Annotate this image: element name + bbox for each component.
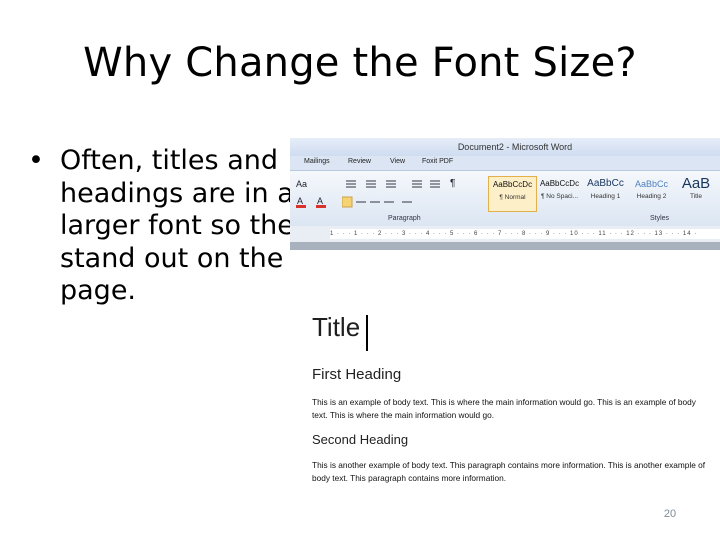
style-heading-2[interactable]: AaBbCc Heading 2	[628, 176, 675, 210]
style-name: ¶ Normal	[499, 194, 526, 201]
document-area-edge	[290, 242, 720, 250]
style-title[interactable]: AaB Title	[674, 176, 718, 210]
window-title: Document2 - Microsoft Word	[457, 142, 573, 152]
tab-foxit-pdf[interactable]: Foxit PDF	[422, 158, 453, 165]
show-formatting-button[interactable]: ¶	[450, 179, 455, 189]
page-number: 20	[663, 508, 677, 520]
style-sample: AaBbCc	[587, 178, 624, 189]
tab-view[interactable]: View	[390, 158, 405, 165]
bullet-icon: •	[28, 145, 44, 176]
ruler-marks: 1 · · · 1 · · · 2 · · · 3 · · · 4 · · · …	[330, 229, 720, 239]
document-heading-2: Second Heading	[312, 432, 409, 447]
ruler[interactable]: 1 · · · 1 · · · 2 · · · 3 · · · 4 · · · …	[290, 226, 720, 243]
text-cursor	[366, 315, 368, 351]
style-normal[interactable]: AaBbCcDc ¶ Normal	[488, 176, 537, 212]
svg-text:A: A	[297, 196, 303, 206]
styles-group-label: Styles	[650, 215, 670, 222]
style-sample: AaBbCcDc	[539, 179, 580, 188]
document-body-2: This is another example of body text. Th…	[312, 460, 706, 483]
style-name: Heading 2	[636, 193, 667, 200]
window-titlebar: Document2 - Microsoft Word	[290, 138, 720, 156]
document-heading-1: First Heading	[312, 366, 402, 383]
document-body-1: This is an example of body text. This is…	[312, 397, 696, 420]
style-name: Heading 1	[590, 193, 621, 200]
style-name: Title	[689, 193, 703, 200]
document-title: Title	[312, 312, 361, 342]
change-case-button[interactable]: Aa	[296, 179, 307, 189]
paragraph-group-label: Paragraph	[388, 215, 421, 222]
bullet-line: page.	[60, 275, 137, 306]
style-sample: AaBbCc	[634, 179, 669, 189]
tab-mailings[interactable]: Mailings	[304, 158, 330, 165]
word-screenshot: Document2 - Microsoft Word Mailings Revi…	[290, 138, 720, 250]
svg-text:A: A	[317, 196, 323, 206]
style-heading-1[interactable]: AaBbCc Heading 1	[582, 176, 629, 210]
paragraph-tools-icon[interactable]	[342, 177, 492, 211]
ribbon-tabs: Mailings Review View Foxit PDF	[290, 156, 720, 170]
font-color-icon[interactable]: A A	[294, 195, 334, 209]
style-sample: AaB	[681, 176, 711, 192]
tab-review[interactable]: Review	[348, 158, 371, 165]
style-name: ¶ No Spaci...	[540, 193, 579, 200]
slide-title: Why Change the Font Size?	[83, 40, 637, 86]
style-no-spacing[interactable]: AaBbCcDc ¶ No Spaci...	[536, 176, 583, 210]
ribbon: Aa A A ¶ Paragraph AaBbCcDc ¶ Normal AaB…	[290, 170, 720, 228]
style-sample: AaBbCcDc	[492, 180, 533, 189]
